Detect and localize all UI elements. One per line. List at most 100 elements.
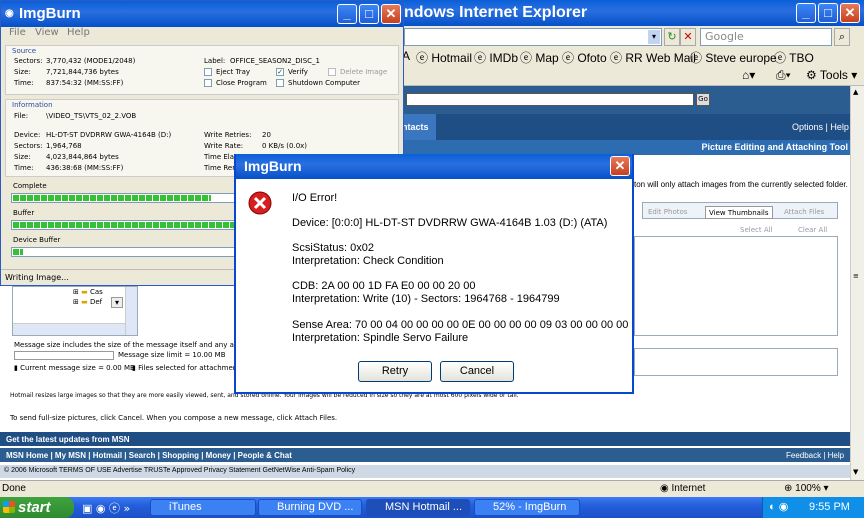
task-label: 52% - ImgBurn — [493, 501, 567, 513]
attachment-list[interactable] — [634, 348, 838, 376]
ie-window-title: ndows Internet Explorer — [404, 4, 588, 21]
footer-nav-links[interactable]: MSN Home | My MSN | Hotmail | Search | S… — [6, 451, 292, 460]
task-burning-dvd[interactable]: Burning DVD ... — [258, 499, 362, 516]
feedback-help-links[interactable]: Feedback | Help — [786, 451, 844, 460]
scroll-down-icon[interactable]: ▼ — [853, 468, 858, 476]
clear-all-link[interactable]: Clear All — [798, 226, 827, 234]
clock: 9:55 PM — [809, 501, 850, 513]
eject-tray-checkbox[interactable] — [204, 68, 212, 76]
tools-label: Tools — [819, 68, 848, 82]
home-icon[interactable]: ⌂▾ — [742, 68, 755, 82]
stop-icon[interactable]: ✕ — [680, 28, 696, 46]
imgburn-icon: ◉ — [5, 8, 14, 19]
folder-tree[interactable]: ⊞ ▬ Cas ⊞ ▬ Def ▾ — [12, 286, 138, 336]
info-file: \VIDEO_TS\VTS_02_2.VOB — [46, 112, 137, 120]
shutdown-label: Shutdown Computer — [288, 79, 360, 87]
zoom-control[interactable]: ⊕ 100% ▾ — [784, 483, 829, 494]
information-label: Information — [12, 101, 53, 109]
tools-menu[interactable]: ⚙ Tools ▾ — [806, 68, 857, 82]
info-size-key: Size: — [14, 153, 31, 161]
delete-image-checkbox[interactable] — [328, 68, 336, 76]
ie-minimize-button[interactable]: _ — [796, 3, 816, 23]
favorite-hotmail[interactable]: ⓔ Hotmail — [416, 49, 472, 66]
menu-help[interactable]: Help — [67, 27, 90, 38]
error-sense-area: Sense Area: 70 00 04 00 00 00 00 0E 00 0… — [292, 319, 629, 331]
info-file-key: File: — [14, 112, 29, 120]
eject-tray-label: Eject Tray — [216, 68, 251, 76]
cancel-button[interactable]: Cancel — [440, 361, 514, 382]
info-device-key: Device: — [14, 131, 41, 139]
tray-icons[interactable]: ◐ ◉ — [769, 497, 788, 518]
refresh-icon[interactable]: ↻ — [664, 28, 680, 46]
source-group: Source Sectors: 3,770,432 (MODE1/2048) S… — [5, 45, 399, 95]
task-msn-hotmail[interactable]: MSN Hotmail ... — [366, 499, 470, 516]
attach-files-button[interactable]: Attach Files — [781, 206, 827, 219]
quick-launch-icons[interactable]: ▣ ◉ ⓔ » — [82, 500, 130, 516]
complete-fill — [13, 195, 211, 201]
fullsize-note: To send full-size pictures, click Cancel… — [10, 414, 338, 422]
address-input[interactable]: ▾ — [404, 28, 662, 46]
retry-button[interactable]: Retry — [358, 361, 432, 382]
favorite-rr-web-mail[interactable]: ⓔ RR Web Mail — [610, 49, 696, 66]
msn-search-input[interactable] — [406, 93, 694, 106]
imgburn-status-text: Writing Image... — [5, 273, 69, 282]
shutdown-checkbox[interactable] — [276, 79, 284, 87]
ie-status-bar: Done ◉ Internet ⊕ 100% ▾ — [0, 480, 864, 497]
imgburn-menu-bar: File View Help — [1, 27, 403, 41]
favorite-tbo[interactable]: ⓔ TBO — [774, 49, 814, 66]
info-time: 436:38:68 (MM:SS:FF) — [46, 164, 124, 172]
source-label: Source — [12, 47, 37, 55]
msn-go-button[interactable]: Go — [696, 93, 710, 106]
msg-size-note: Message size includes the size of the me… — [14, 341, 252, 349]
latest-updates-link[interactable]: Get the latest updates from MSN — [6, 435, 130, 444]
horizontal-scrollbar[interactable] — [13, 323, 125, 335]
imgburn-close-button[interactable]: ✕ — [381, 4, 401, 24]
dialog-close-button[interactable]: ✕ — [610, 156, 630, 176]
folder-icon: ▬ — [81, 298, 88, 306]
select-all-link[interactable]: Select All — [740, 226, 773, 234]
task-imgburn[interactable]: 52% - ImgBurn — [474, 499, 580, 516]
options-help-links[interactable]: Options | Help — [792, 122, 849, 132]
error-icon — [248, 191, 272, 215]
scroll-up-icon[interactable]: ▲ — [853, 88, 858, 96]
favorite-imdb[interactable]: ⓔ IMDb — [474, 49, 518, 66]
ie-maximize-button[interactable]: □ — [818, 3, 838, 23]
vertical-scrollbar[interactable] — [125, 287, 137, 335]
io-error-dialog: ImgBurn ✕ I/O Error! Device: [0:0:0] HL-… — [234, 154, 634, 394]
source-sectors: 3,770,432 (MODE1/2048) — [46, 57, 136, 65]
tree-item[interactable]: ⊞ ▬ Def — [73, 298, 102, 306]
photo-toolbar: Edit Photos View Thumbnails Attach Files — [642, 202, 838, 219]
buffer-label: Buffer — [13, 209, 35, 217]
tree-item[interactable]: ⊞ ▬ Cas — [73, 288, 103, 296]
files-selected: ▮ Files selected for attachment — [132, 364, 240, 372]
search-input[interactable]: Google — [700, 28, 832, 46]
close-program-checkbox[interactable] — [204, 79, 212, 87]
view-thumbnails-button[interactable]: View Thumbnails — [705, 206, 773, 219]
tree-item-label: Cas — [89, 288, 103, 296]
task-itunes[interactable]: iTunes — [150, 499, 256, 516]
edit-photos-button[interactable]: Edit Photos — [645, 206, 690, 219]
thumbnail-area[interactable] — [634, 236, 838, 336]
print-icon[interactable]: ⎙▾ — [776, 68, 791, 83]
write-retries: 20 — [262, 131, 271, 139]
error-device: Device: [0:0:0] HL-DT-ST DVDRRW GWA-4164… — [292, 217, 608, 229]
favorite-map[interactable]: ⓔ Map — [520, 49, 559, 66]
ie-vertical-scrollbar[interactable]: ▲ ≡ ▼ — [850, 86, 864, 480]
tab-contacts[interactable]: ntacts — [402, 114, 436, 140]
globe-icon: ◉ — [660, 483, 669, 494]
search-icon[interactable]: ⌕ — [834, 28, 850, 46]
source-time-key: Time: — [14, 79, 34, 87]
favorite-ofoto[interactable]: ⓔ Ofoto — [562, 49, 607, 66]
menu-file[interactable]: File — [9, 27, 26, 38]
imgburn-minimize-button[interactable]: _ — [337, 4, 357, 24]
start-button[interactable]: start — [0, 497, 74, 518]
source-sectors-key: Sectors: — [14, 57, 43, 65]
verify-checkbox[interactable]: ✓ — [276, 68, 284, 76]
imgburn-maximize-button[interactable]: □ — [359, 4, 379, 24]
favorite-steve-europe[interactable]: ⓔ Steve europe — [690, 49, 777, 66]
ie-close-button[interactable]: ✕ — [840, 3, 860, 23]
chevron-down-icon[interactable]: ▾ — [648, 30, 660, 44]
menu-view[interactable]: View — [35, 27, 59, 38]
chevron-down-icon[interactable]: ▾ — [111, 297, 123, 308]
scroll-thumb[interactable]: ≡ — [853, 272, 859, 280]
